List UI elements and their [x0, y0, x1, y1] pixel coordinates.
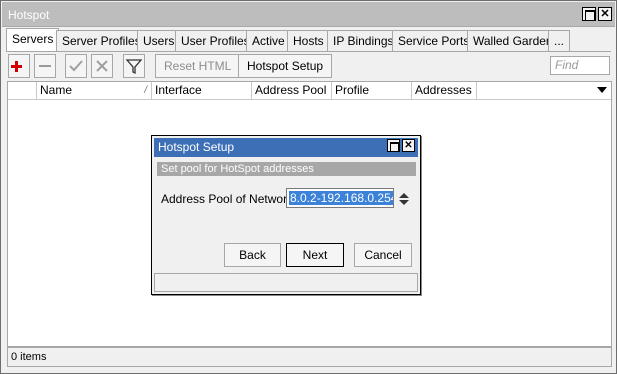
check-icon [69, 60, 83, 72]
close-icon[interactable]: ✕ [598, 7, 612, 21]
filter-button[interactable] [123, 54, 145, 78]
column-header-address-pool[interactable]: Address Pool [252, 82, 332, 100]
dialog-maximize-icon[interactable] [387, 139, 400, 152]
column-header-addresses[interactable]: Addresses ... [412, 82, 477, 100]
remove-button[interactable] [34, 54, 56, 78]
tab-hosts[interactable]: Hosts [287, 30, 330, 51]
dialog-title: Hotspot Setup [158, 140, 235, 154]
dialog-subtitle: Set pool for HotSpot addresses [157, 162, 416, 176]
cross-icon [96, 60, 108, 72]
address-pool-label: Address Pool of Network: [161, 192, 297, 206]
title-bar[interactable]: Hotspot ✕ [2, 2, 615, 27]
reset-html-button[interactable]: Reset HTML [155, 54, 241, 78]
tab-user-profiles[interactable]: User Profiles [175, 30, 256, 51]
tab-walled-garden[interactable]: Walled Garden [467, 30, 559, 51]
disable-button[interactable] [91, 54, 113, 78]
address-pool-value: 8.0.2-192.168.0.254 [289, 191, 393, 205]
tab-more[interactable]: ... [548, 30, 571, 51]
dialog-status-bar [154, 273, 418, 292]
add-button[interactable] [8, 54, 30, 78]
toolbar: Reset HTML Hotspot Setup Find [7, 54, 611, 80]
tab-users[interactable]: Users [137, 30, 181, 51]
next-button[interactable]: Next [286, 243, 344, 267]
hotspot-window: Hotspot ✕ Servers Server Profiles Users … [0, 0, 617, 374]
column-label: Name [40, 83, 73, 97]
find-input[interactable]: Find [550, 56, 610, 75]
tab-servers[interactable]: Servers [6, 28, 60, 52]
spinner-arrows-icon[interactable] [399, 193, 409, 205]
window-title: Hotspot [8, 8, 50, 22]
status-bar: 0 items [7, 347, 612, 367]
hotspot-setup-button[interactable]: Hotspot Setup [238, 54, 333, 78]
tab-ip-bindings[interactable]: IP Bindings [327, 30, 400, 51]
hotspot-setup-dialog: Hotspot Setup ✕ Set pool for HotSpot add… [151, 135, 421, 295]
address-pool-input[interactable]: 8.0.2-192.168.0.254 [286, 188, 394, 208]
sort-icon: / [144, 85, 147, 96]
tab-divider [6, 51, 611, 52]
column-header-profile[interactable]: Profile [332, 82, 412, 100]
table-header: Name / Interface Address Pool Profile Ad… [8, 82, 611, 100]
cancel-button[interactable]: Cancel [354, 243, 412, 267]
column-header-checkbox[interactable] [8, 82, 37, 100]
filter-icon [125, 59, 143, 75]
tab-server-profiles[interactable]: Server Profiles [56, 30, 147, 51]
enable-button[interactable] [65, 54, 87, 78]
column-header-name[interactable]: Name / [37, 82, 152, 100]
column-header-interface[interactable]: Interface [152, 82, 252, 100]
dialog-close-icon[interactable]: ✕ [402, 139, 415, 152]
tab-active[interactable]: Active [246, 30, 291, 51]
minus-icon [39, 65, 51, 67]
tab-service-ports[interactable]: Service Ports [392, 30, 476, 51]
dialog-title-bar[interactable]: Hotspot Setup [154, 138, 418, 157]
maximize-icon[interactable] [582, 7, 596, 21]
plus-icon [11, 61, 22, 72]
columns-dropdown-icon[interactable] [597, 87, 607, 93]
back-button[interactable]: Back [224, 243, 281, 267]
